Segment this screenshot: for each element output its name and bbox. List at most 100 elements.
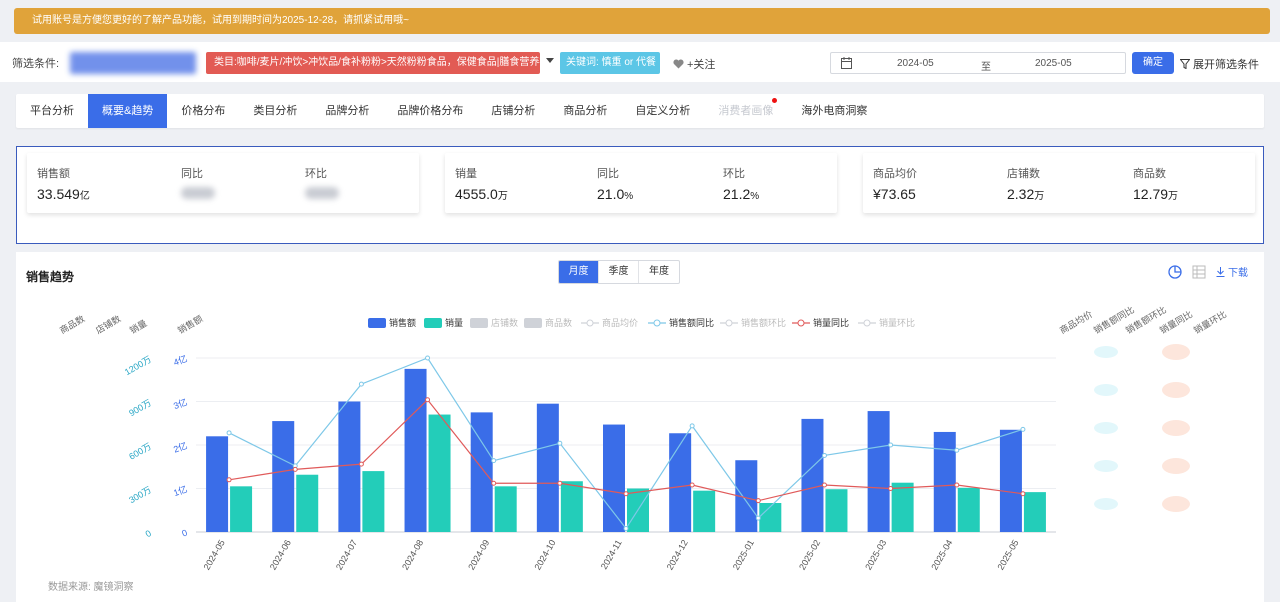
volume-yoy-point <box>623 491 629 497</box>
legend-label: 商品均价 <box>602 317 638 328</box>
date-separator: 至 <box>981 62 991 73</box>
kpi-label: 销售额 <box>37 168 70 180</box>
legend-label: 销售额 <box>389 317 416 328</box>
filter-bar: 筛选条件: 类目:咖啡/麦片/冲饮>冲饮品/食补粉粉>天然粉粉食品，保健食品|膳… <box>0 42 1280 82</box>
tab-overseas[interactable]: 海外电商洞察 <box>787 94 881 128</box>
x-tick-label: 2024-08 <box>400 538 425 572</box>
volume-bar <box>1023 492 1046 532</box>
sales-yoy-point <box>557 440 563 446</box>
x-tick-label: 2025-05 <box>995 538 1020 572</box>
kpi-label: 店铺数 <box>1007 168 1040 180</box>
kpi-label: 同比 <box>181 168 203 180</box>
chart-view-icon[interactable] <box>1168 264 1182 279</box>
chart-tools: 下载 <box>1168 264 1248 279</box>
tab-brand[interactable]: 品牌分析 <box>311 94 383 128</box>
blurred-right-tick <box>1094 384 1118 396</box>
x-tick-label: 2024-12 <box>665 538 690 572</box>
x-tick-label: 2025-04 <box>929 538 954 572</box>
kpi-label: 同比 <box>597 168 619 180</box>
blurred-right-tick <box>1094 498 1118 510</box>
analysis-tabs: 平台分析 概要&趋势 价格分布 类目分析 品牌分析 品牌价格分布 店铺分析 商品… <box>16 94 1264 128</box>
kpi-value: 21.2% <box>723 186 760 202</box>
x-tick-label: 2025-01 <box>731 538 756 572</box>
period-yearly[interactable]: 年度 <box>639 261 679 283</box>
volume-yoy-point <box>755 498 761 504</box>
kpi-value: 12.79万 <box>1133 186 1179 202</box>
table-view-icon[interactable] <box>1192 265 1206 279</box>
confirm-button[interactable]: 确定 <box>1132 52 1174 74</box>
tab-consumer-profile[interactable]: 消费者画像 <box>704 94 787 128</box>
tab-platform[interactable]: 平台分析 <box>16 94 88 128</box>
expand-filter-label: 展开筛选条件 <box>1193 59 1259 71</box>
blurred-filter-value[interactable] <box>70 52 196 74</box>
sales-axis-tick: 0 <box>181 527 189 538</box>
sales-bar <box>404 368 427 532</box>
blurred-right-tick <box>1094 422 1118 434</box>
date-start[interactable]: 2024-05 <box>897 58 934 69</box>
legend-swatch <box>797 319 805 327</box>
x-tick-label: 2024-11 <box>599 538 624 571</box>
sales-bar <box>933 431 956 532</box>
tab-brand-price[interactable]: 品牌价格分布 <box>383 94 477 128</box>
legend-swatch <box>725 319 733 327</box>
sales-yoy-point <box>1020 426 1026 432</box>
x-tick-label: 2024-06 <box>268 538 293 572</box>
legend-label: 店铺数 <box>491 317 518 328</box>
tab-shop[interactable]: 店铺分析 <box>477 94 549 128</box>
tab-category[interactable]: 类目分析 <box>239 94 311 128</box>
sales-bar <box>603 424 625 532</box>
tab-price-distribution[interactable]: 价格分布 <box>167 94 239 128</box>
period-monthly[interactable]: 月度 <box>559 261 599 283</box>
volume-yoy-point <box>1020 491 1026 497</box>
download-button[interactable]: 下载 <box>1216 264 1248 279</box>
sales-yoy-point <box>491 458 497 464</box>
tab-custom[interactable]: 自定义分析 <box>621 94 704 128</box>
volume-bar <box>560 481 583 532</box>
volume-yoy-point <box>888 486 894 491</box>
kpi-card-volume: 销量 4555.0万 同比 21.0% 环比 21.2% <box>445 153 837 213</box>
kpi-card-price: 商品均价 ¥73.65 店铺数 2.32万 商品数 12.79万 <box>863 153 1255 213</box>
volume-yoy-point <box>425 397 431 403</box>
kpi-items: 商品数 12.79万 <box>1133 165 1178 202</box>
volume-axis-tick: 300万 <box>127 485 153 506</box>
tab-consumer-profile-label: 消费者画像 <box>718 105 774 117</box>
volume-yoy-point <box>491 480 497 486</box>
left-axis-label: 销售额 <box>176 313 205 336</box>
date-end[interactable]: 2025-05 <box>1035 58 1072 69</box>
sales-trend-panel: 0 0 1亿 300万 2亿 600万 3亿 900万 4亿 1200万 商品数 店铺数 销量 销售额 商品… <box>16 252 1264 602</box>
keyword-filter-tag[interactable]: 关键词: 慎重 or 代餐 <box>560 52 660 74</box>
kpi-label: 商品均价 <box>873 168 917 180</box>
legend-label: 销量 <box>445 317 463 328</box>
x-tick-label: 2025-03 <box>863 538 888 572</box>
kpi-value: 21.0% <box>597 186 634 202</box>
kpi-sales-amount: 销售额 33.549亿 <box>37 165 90 202</box>
kpi-value: 33.549亿 <box>37 186 90 202</box>
tab-product[interactable]: 商品分析 <box>549 94 621 128</box>
category-dropdown-icon[interactable] <box>546 58 554 63</box>
sales-bar <box>206 436 229 532</box>
sales-yoy-point <box>623 526 629 532</box>
kpi-section: 销售额 33.549亿 同比 环比 销量 4555.0万 同比 21.0% 环比… <box>16 146 1264 244</box>
sales-axis-tick: 4亿 <box>172 353 189 368</box>
legend-swatch <box>524 318 542 328</box>
volume-axis-tick: 1200万 <box>123 354 153 377</box>
kpi-volume: 销量 4555.0万 <box>455 165 508 202</box>
date-range-picker[interactable]: 2024-05 至 2025-05 <box>830 52 1126 74</box>
x-tick-label: 2024-05 <box>202 538 227 572</box>
volume-bar <box>494 486 517 532</box>
period-quarterly[interactable]: 季度 <box>599 261 639 283</box>
volume-yoy-point <box>358 461 364 467</box>
volume-yoy-point <box>226 477 232 483</box>
blurred-right-tick <box>1094 346 1118 358</box>
blurred-value <box>305 187 339 199</box>
sales-yoy-point <box>888 442 894 448</box>
legend-swatch <box>586 319 594 327</box>
volume-bar <box>693 490 716 532</box>
tab-overview-trend[interactable]: 概要&趋势 <box>88 94 168 128</box>
category-filter-tag[interactable]: 类目:咖啡/麦片/冲饮>冲饮品/食补粉粉>天然粉粉食品，保健食品|膳食营养补充食… <box>206 52 540 74</box>
x-tick-label: 2024-10 <box>532 538 557 572</box>
expand-filter-button[interactable]: 展开筛选条件 <box>1180 56 1259 72</box>
volume-yoy-point <box>557 480 563 486</box>
follow-button[interactable]: +关注 <box>673 56 715 72</box>
volume-axis-tick: 600万 <box>127 441 153 462</box>
